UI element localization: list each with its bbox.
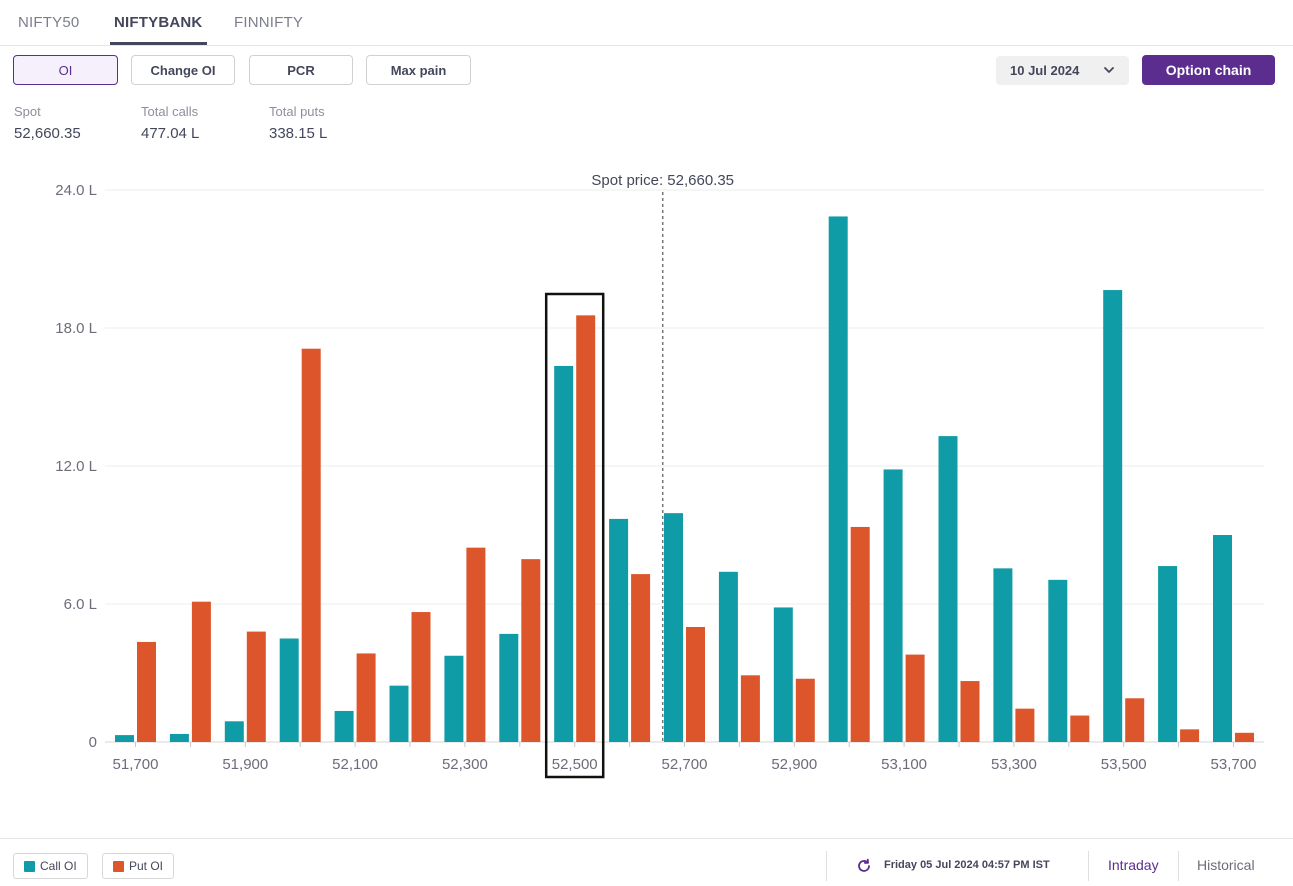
tab-nifty50[interactable]: NIFTY50 bbox=[18, 14, 79, 31]
x-tick-label: 53,300 bbox=[991, 756, 1037, 773]
call-oi-bar bbox=[334, 710, 354, 742]
spot-stat: Spot 52,660.35 bbox=[14, 104, 81, 142]
spot-value: 52,660.35 bbox=[14, 125, 81, 142]
chevron-down-icon bbox=[1104, 67, 1114, 73]
y-tick-label: 6.0 L bbox=[64, 596, 97, 613]
put-oi-bar bbox=[191, 601, 211, 742]
pcr-button[interactable]: PCR bbox=[249, 55, 353, 85]
max-pain-button[interactable]: Max pain bbox=[366, 55, 471, 85]
oi-button[interactable]: OI bbox=[13, 55, 118, 85]
call-oi-bar bbox=[938, 436, 958, 742]
put-oi-swatch bbox=[113, 860, 124, 872]
legend-call-oi[interactable]: Call OI bbox=[13, 853, 88, 879]
legend-call-oi-label: Call OI bbox=[40, 859, 77, 873]
x-tick-label: 53,100 bbox=[881, 756, 927, 773]
put-oi-bar bbox=[466, 547, 486, 742]
put-oi-bar bbox=[1125, 698, 1145, 742]
call-oi-bar bbox=[1213, 535, 1232, 742]
put-oi-bar bbox=[795, 678, 815, 742]
call-oi-bar bbox=[609, 518, 629, 742]
total-calls-label: Total calls bbox=[141, 104, 199, 119]
call-oi-bar bbox=[115, 735, 134, 742]
option-chain-button[interactable]: Option chain bbox=[1142, 55, 1275, 85]
put-oi-bar bbox=[411, 612, 431, 742]
x-tick-label: 53,700 bbox=[1211, 756, 1257, 773]
put-oi-bar bbox=[246, 631, 266, 742]
index-tabs: NIFTY50 NIFTYBANK FINNIFTY bbox=[0, 0, 1293, 46]
call-oi-swatch bbox=[24, 860, 35, 872]
put-oi-bar bbox=[686, 627, 705, 742]
call-oi-bar bbox=[1158, 566, 1178, 742]
x-tick-label: 52,500 bbox=[552, 756, 598, 773]
x-tick-label: 52,300 bbox=[442, 756, 488, 773]
expiry-date-select[interactable]: 10 Jul 2024 bbox=[996, 56, 1129, 85]
put-oi-bar bbox=[301, 348, 321, 742]
total-puts-stat: Total puts 338.15 L bbox=[269, 104, 327, 142]
legend-put-oi[interactable]: Put OI bbox=[102, 853, 175, 879]
y-tick-label: 18.0 L bbox=[55, 320, 97, 337]
spot-price-label: Spot price: 52,660.35 bbox=[591, 172, 734, 189]
total-calls-stat: Total calls 477.04 L bbox=[141, 104, 199, 142]
call-oi-bar bbox=[993, 568, 1013, 742]
tab-finnifty[interactable]: FINNIFTY bbox=[234, 14, 303, 31]
x-tick-label: 52,100 bbox=[332, 756, 378, 773]
y-tick-label: 24.0 L bbox=[55, 182, 97, 199]
call-oi-bar bbox=[444, 655, 464, 742]
y-tick-label: 12.0 L bbox=[55, 458, 97, 475]
call-oi-bar bbox=[773, 607, 793, 742]
x-tick-label: 53,500 bbox=[1101, 756, 1147, 773]
put-oi-bar bbox=[521, 559, 541, 742]
tab-historical[interactable]: Historical bbox=[1197, 857, 1255, 873]
call-oi-bar bbox=[389, 685, 409, 742]
put-oi-bar bbox=[1015, 708, 1035, 742]
put-oi-bar bbox=[850, 526, 870, 742]
expiry-date-value: 10 Jul 2024 bbox=[1010, 63, 1080, 78]
call-oi-bar bbox=[1103, 290, 1123, 742]
active-tab-indicator bbox=[110, 42, 207, 45]
put-oi-bar bbox=[1180, 729, 1200, 742]
call-oi-bar bbox=[554, 365, 574, 742]
call-oi-bar bbox=[828, 216, 848, 742]
x-tick-label: 52,700 bbox=[662, 756, 708, 773]
put-oi-bar bbox=[905, 654, 925, 742]
footer-divider bbox=[1088, 851, 1089, 881]
put-oi-bar bbox=[137, 641, 156, 742]
oi-bar-chart: 0 6.0 L 12.0 L 18.0 L 24.0 L 51,700 51,900 52,1… bbox=[55, 172, 1264, 779]
call-oi-bar bbox=[718, 571, 738, 742]
footer-divider bbox=[826, 851, 827, 881]
tab-intraday[interactable]: Intraday bbox=[1108, 857, 1159, 873]
last-updated-text: Friday 05 Jul 2024 04:57 PM IST bbox=[884, 859, 1050, 871]
put-oi-bar bbox=[576, 315, 596, 742]
put-oi-bar bbox=[740, 675, 760, 742]
legend-put-oi-label: Put OI bbox=[129, 859, 164, 873]
put-oi-bar bbox=[1235, 732, 1254, 742]
x-tick-label: 51,900 bbox=[222, 756, 268, 773]
call-oi-bar bbox=[224, 721, 244, 742]
x-tick-label: 51,700 bbox=[113, 756, 159, 773]
call-oi-bar bbox=[279, 638, 299, 742]
tab-niftybank[interactable]: NIFTYBANK bbox=[114, 14, 202, 31]
call-oi-bar bbox=[664, 513, 683, 742]
refresh-icon[interactable] bbox=[856, 858, 872, 874]
call-oi-bar bbox=[883, 469, 903, 742]
total-calls-value: 477.04 L bbox=[141, 125, 200, 142]
footer-divider bbox=[1178, 851, 1179, 881]
put-oi-bar bbox=[1070, 715, 1090, 742]
chart-footer: Call OI Put OI Friday 05 Jul 2024 04:57 … bbox=[0, 838, 1293, 886]
total-puts-value: 338.15 L bbox=[269, 125, 328, 142]
call-oi-bar bbox=[499, 633, 519, 742]
total-puts-label: Total puts bbox=[269, 104, 325, 119]
x-tick-label: 52,900 bbox=[771, 756, 817, 773]
put-oi-bar bbox=[356, 653, 376, 742]
y-tick-label: 0 bbox=[89, 734, 97, 751]
spot-label: Spot bbox=[14, 104, 41, 119]
put-oi-bar bbox=[631, 574, 651, 742]
change-oi-button[interactable]: Change OI bbox=[131, 55, 235, 85]
put-oi-bar bbox=[960, 681, 980, 742]
call-oi-bar bbox=[169, 733, 189, 742]
call-oi-bar bbox=[1048, 579, 1068, 742]
